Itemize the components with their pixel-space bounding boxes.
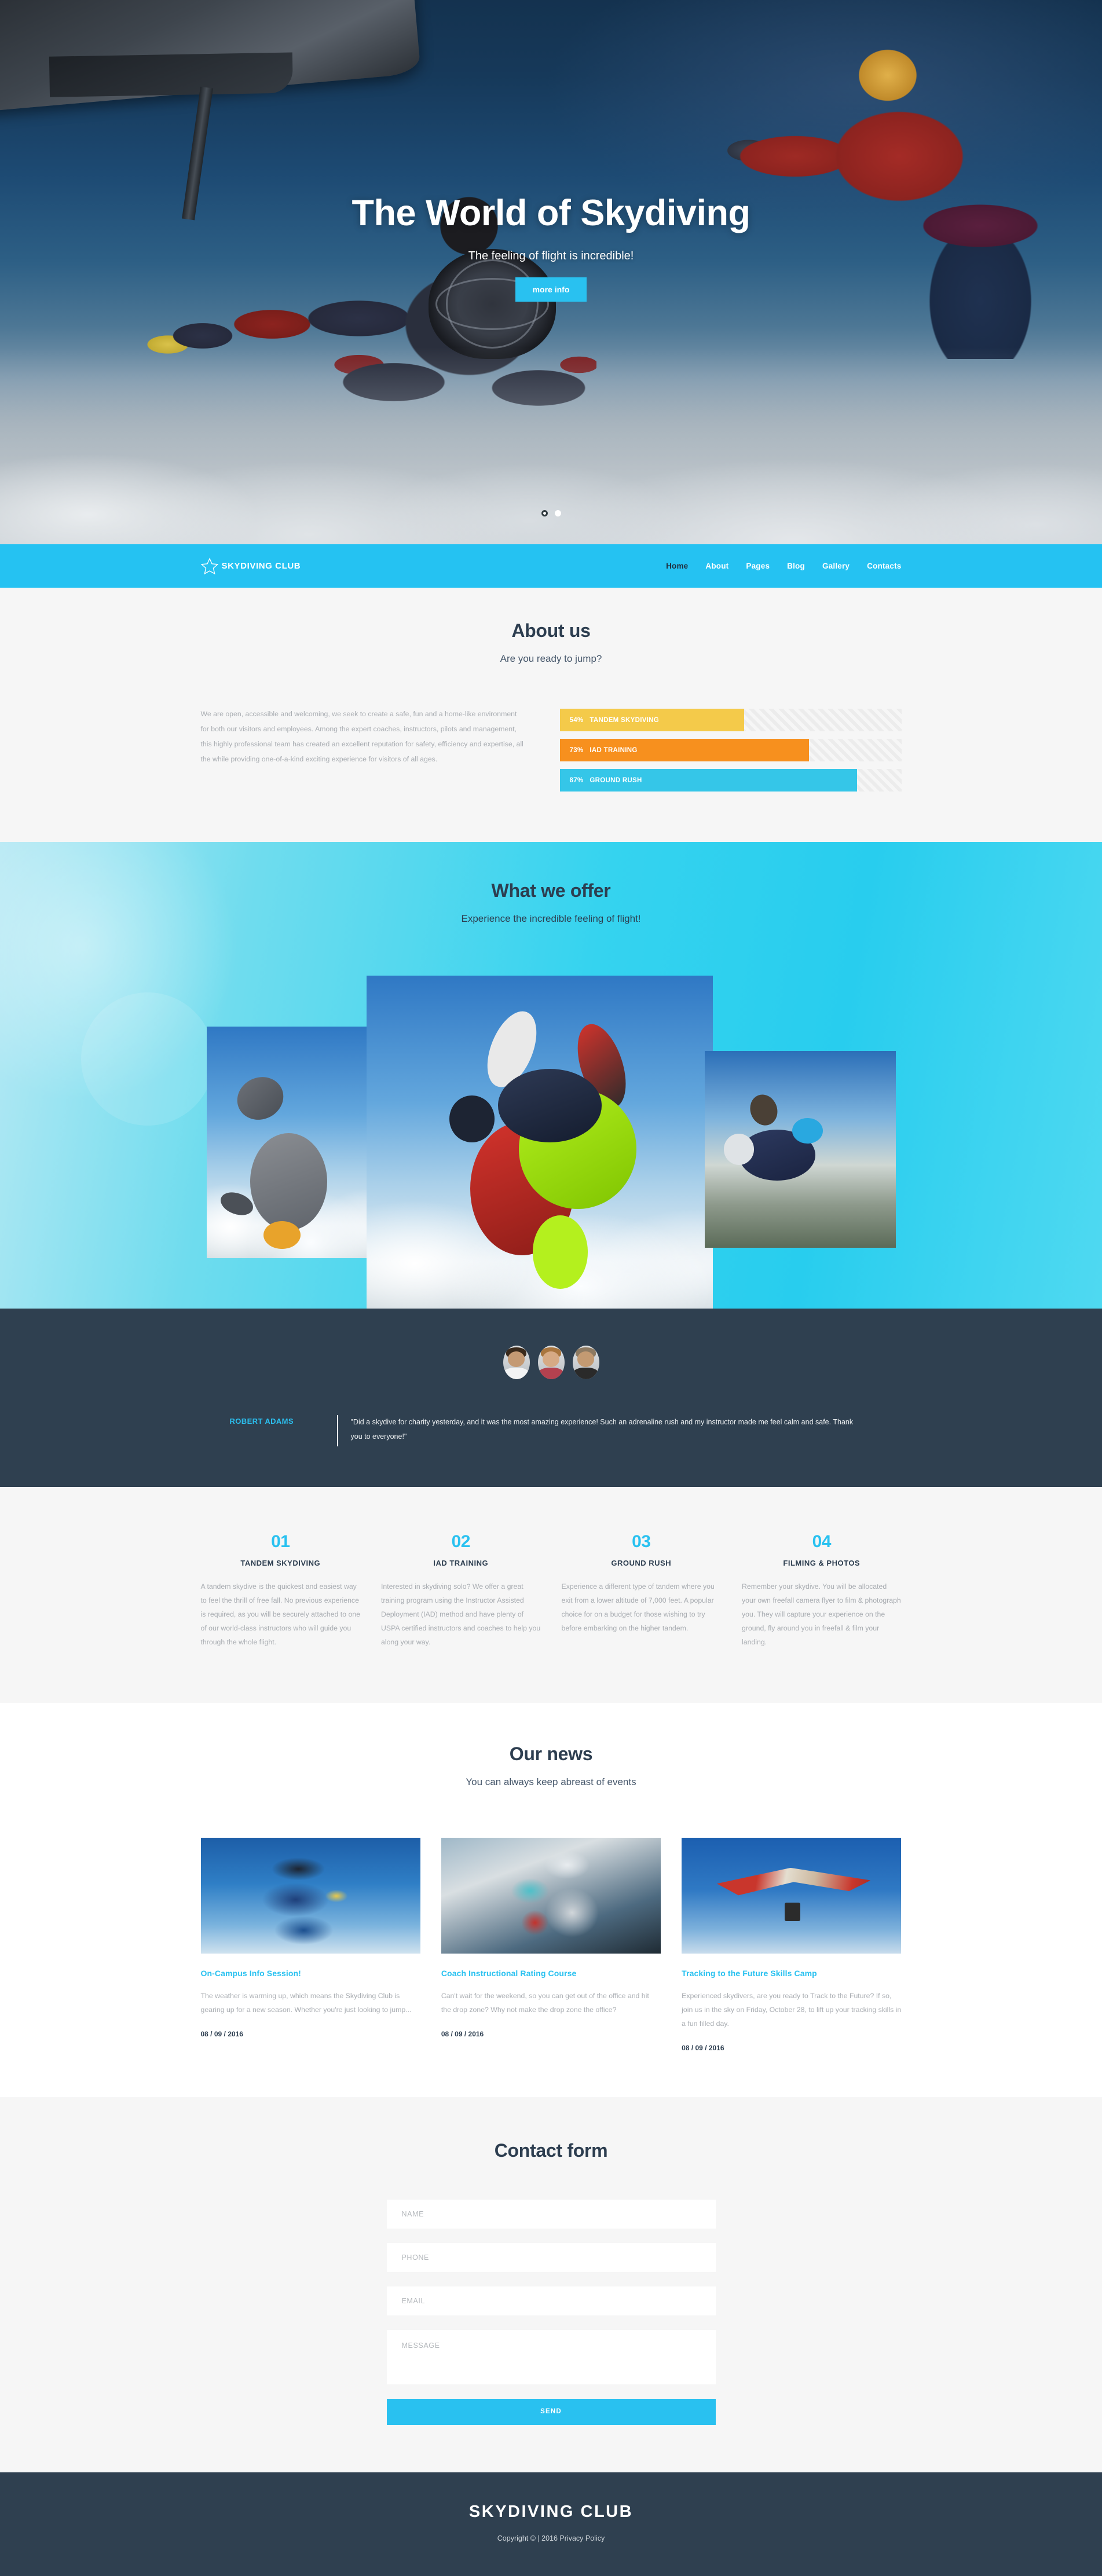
- news-image-1[interactable]: [200, 1837, 420, 1954]
- service-number-2: 02: [451, 1532, 471, 1551]
- avatar-female-1[interactable]: [537, 1346, 565, 1379]
- service-title-3: GROUND RUSH: [611, 1559, 672, 1567]
- skill-label-1: TANDEM SKYDIVING: [590, 716, 660, 724]
- news-subtitle: You can always keep abreast of events: [466, 1776, 636, 1787]
- news-text-2: Can't wait for the weekend, so you can g…: [441, 1991, 649, 2014]
- quote-divider: [336, 1415, 338, 1446]
- email-field[interactable]: [386, 2286, 716, 2315]
- service-number-1: 01: [271, 1532, 290, 1551]
- testimonial-author: ROBERT ADAMS: [229, 1417, 294, 1426]
- news-card: On-Campus Info Session! The weather is w…: [200, 1837, 420, 2052]
- nav-item-contacts[interactable]: Contacts: [867, 562, 901, 570]
- site-footer: SKYDIVING CLUB Copyright © | 2016 Privac…: [0, 2472, 1102, 2576]
- offer-section: What we offer Experience the incredible …: [0, 842, 1102, 1309]
- hero-subtitle: The feeling of flight is incredible!: [468, 250, 634, 262]
- service-item-tandem-skydiving: 01 TANDEM SKYDIVING A tandem skydive is …: [201, 1532, 361, 1650]
- news-date-1: 08 / 09 / 2016: [200, 2029, 243, 2038]
- contact-section: Contact form SEND: [0, 2097, 1102, 2472]
- news-title-1[interactable]: On-Campus Info Session!: [201, 1969, 420, 1978]
- about-subtitle: Are you ready to jump?: [500, 653, 602, 664]
- gallery-image-left[interactable]: [206, 1027, 375, 1258]
- service-title-1: TANDEM SKYDIVING: [240, 1559, 321, 1567]
- skill-bar-tandem-skydiving: 54% TANDEM SKYDIVING: [559, 709, 902, 731]
- news-title-3[interactable]: Tracking to the Future Skills Camp: [682, 1969, 901, 1978]
- name-field[interactable]: [386, 2199, 716, 2229]
- offer-gallery: [201, 976, 902, 1309]
- skill-bars: 54% TANDEM SKYDIVING 73% IAD TRAINING 87…: [559, 706, 902, 799]
- page-root: The World of Skydiving The feeling of fl…: [0, 0, 1102, 2576]
- news-title-2[interactable]: Coach Instructional Rating Course: [441, 1969, 661, 1978]
- message-field[interactable]: [386, 2329, 716, 2384]
- hero-slider: The World of Skydiving The feeling of fl…: [0, 0, 1102, 544]
- service-text-3: Experience a different type of tandem wh…: [561, 1582, 715, 1632]
- skill-label-2: IAD TRAINING: [590, 746, 638, 754]
- offer-subtitle: Experience the incredible feeling of fli…: [461, 913, 641, 924]
- site-logo-text: SKYDIVING CLUB: [221, 561, 301, 571]
- about-section: About us Are you ready to jump? We are o…: [0, 588, 1102, 842]
- service-number-4: 04: [812, 1532, 832, 1551]
- news-card: Coach Instructional Rating Course Can't …: [441, 1837, 661, 2052]
- star-icon: [200, 557, 218, 574]
- news-card: Tracking to the Future Skills Camp Exper…: [682, 1837, 902, 2052]
- services-section: 01 TANDEM SKYDIVING A tandem skydive is …: [0, 1487, 1102, 1703]
- news-date-3: 08 / 09 / 2016: [682, 2043, 724, 2052]
- nav-item-home[interactable]: Home: [666, 562, 688, 570]
- main-navigation: SKYDIVING CLUB Home About Pages Blog Gal…: [0, 544, 1102, 588]
- nav-menu: Home About Pages Blog Gallery Contacts: [666, 562, 901, 570]
- slider-dot-2[interactable]: [554, 510, 561, 516]
- testimonials-section: ROBERT ADAMS "Did a skydive for charity …: [0, 1309, 1102, 1487]
- skill-label-3: GROUND RUSH: [590, 776, 642, 784]
- about-title: About us: [511, 620, 591, 641]
- nav-item-blog[interactable]: Blog: [787, 562, 805, 570]
- skill-percent-3: 87%: [569, 776, 584, 784]
- skill-bar-iad-training: 73% IAD TRAINING: [559, 739, 902, 761]
- hero-content: The World of Skydiving The feeling of fl…: [0, 0, 1102, 302]
- news-text-3: Experienced skydivers, are you ready to …: [682, 1991, 902, 2028]
- nav-item-gallery[interactable]: Gallery: [822, 562, 850, 570]
- slider-pagination: [0, 510, 1102, 516]
- phone-field[interactable]: [386, 2242, 716, 2272]
- news-section: Our news You can always keep abreast of …: [0, 1702, 1102, 2097]
- avatar-male-1[interactable]: [503, 1346, 530, 1379]
- news-title: Our news: [509, 1743, 593, 1764]
- testimonial-text: "Did a skydive for charity yesterday, an…: [350, 1418, 854, 1441]
- site-logo[interactable]: SKYDIVING CLUB: [200, 557, 301, 575]
- more-info-button[interactable]: more info: [515, 277, 587, 302]
- service-text-4: Remember your skydive. You will be alloc…: [742, 1582, 901, 1646]
- news-image-3[interactable]: [682, 1837, 902, 1954]
- service-number-3: 03: [632, 1532, 651, 1551]
- news-text-1: The weather is warming up, which means t…: [200, 1991, 412, 2014]
- footer-copyright[interactable]: Copyright © | 2016 Privacy Policy: [0, 2534, 1102, 2542]
- send-button[interactable]: SEND: [386, 2398, 716, 2425]
- gallery-image-center[interactable]: [366, 976, 713, 1309]
- gallery-image-right[interactable]: [704, 1051, 896, 1248]
- service-title-2: IAD TRAINING: [433, 1559, 489, 1567]
- nav-item-pages[interactable]: Pages: [746, 562, 770, 570]
- skill-percent-2: 73%: [569, 746, 584, 754]
- service-item-iad-training: 02 IAD TRAINING Interested in skydiving …: [381, 1532, 541, 1650]
- contact-title: Contact form: [494, 2139, 608, 2161]
- footer-logo: SKYDIVING CLUB: [468, 2502, 634, 2521]
- news-image-2[interactable]: [441, 1837, 661, 1954]
- news-date-2: 08 / 09 / 2016: [441, 2029, 484, 2038]
- nav-item-about[interactable]: About: [705, 562, 728, 570]
- about-paragraph: We are open, accessible and welcoming, w…: [200, 710, 523, 764]
- hero-title: The World of Skydiving: [352, 193, 750, 233]
- testimonial-quote: ROBERT ADAMS "Did a skydive for charity …: [201, 1415, 902, 1446]
- testimonial-avatar-list: [0, 1346, 1102, 1379]
- service-text-2: Interested in skydiving solo? We offer a…: [381, 1582, 541, 1646]
- service-text-1: A tandem skydive is the quickest and eas…: [200, 1582, 360, 1646]
- slider-dot-1[interactable]: [541, 510, 548, 516]
- offer-title: What we offer: [491, 880, 611, 901]
- contact-form: SEND: [386, 2199, 716, 2425]
- service-item-ground-rush: 03 GROUND RUSH Experience a different ty…: [562, 1532, 722, 1650]
- service-item-filming-photos: 04 FILMING & PHOTOS Remember your skydiv…: [742, 1532, 902, 1650]
- skill-bar-ground-rush: 87% GROUND RUSH: [559, 769, 902, 792]
- skill-percent-1: 54%: [569, 716, 584, 724]
- service-title-4: FILMING & PHOTOS: [783, 1559, 861, 1567]
- avatar-male-2[interactable]: [572, 1346, 599, 1379]
